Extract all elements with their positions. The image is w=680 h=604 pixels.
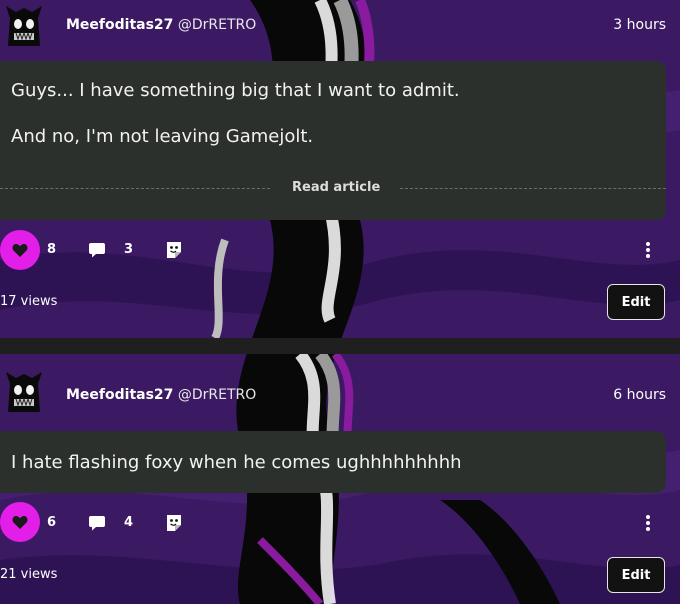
post-text: And no, I'm not leaving Gamejolt. (11, 126, 314, 147)
likes-count[interactable]: 6 (47, 515, 56, 530)
edit-button[interactable]: Edit (607, 557, 665, 593)
edit-button[interactable]: Edit (607, 284, 665, 320)
views-count: 17 views (0, 294, 58, 309)
author-handle[interactable]: @DrRETRO (178, 387, 256, 403)
author-line[interactable]: Meefoditas27 @DrRETRO (66, 17, 256, 33)
avatar[interactable] (4, 4, 44, 46)
author-name[interactable]: Meefoditas27 (66, 17, 173, 33)
post-card: Meefoditas27 @DrRETRO 3 hours Guys... I … (0, 0, 680, 338)
like-button[interactable] (0, 230, 40, 270)
more-vertical-icon[interactable] (645, 514, 651, 532)
heart-icon (12, 516, 28, 529)
author-name[interactable]: Meefoditas27 (66, 387, 173, 403)
post-text: Guys... I have something big that I want… (11, 80, 460, 101)
comments-count[interactable]: 3 (124, 242, 133, 257)
author-line[interactable]: Meefoditas27 @DrRETRO (66, 387, 256, 403)
avatar[interactable] (4, 370, 44, 412)
sticker-icon[interactable] (164, 513, 184, 533)
sticker-icon[interactable] (164, 240, 184, 260)
post-time[interactable]: 3 hours (613, 17, 666, 33)
post-card: Meefoditas27 @DrRETRO 6 hours I hate fla… (0, 354, 680, 604)
post-separator (0, 338, 680, 354)
post-time[interactable]: 6 hours (613, 387, 666, 403)
post-text: I hate flashing foxy when he comes ughhh… (11, 452, 462, 473)
like-button[interactable] (0, 502, 40, 542)
comment-icon[interactable] (88, 242, 106, 258)
post-feed: Meefoditas27 @DrRETRO 3 hours Guys... I … (0, 0, 680, 604)
read-article-button[interactable]: Read article (292, 180, 380, 195)
likes-count[interactable]: 8 (47, 242, 56, 257)
views-count: 21 views (0, 567, 58, 582)
divider (400, 188, 666, 189)
more-vertical-icon[interactable] (645, 241, 651, 259)
divider (0, 188, 270, 189)
comments-count[interactable]: 4 (124, 515, 133, 530)
author-handle[interactable]: @DrRETRO (178, 17, 256, 33)
heart-icon (12, 244, 28, 257)
comment-icon[interactable] (88, 515, 106, 531)
